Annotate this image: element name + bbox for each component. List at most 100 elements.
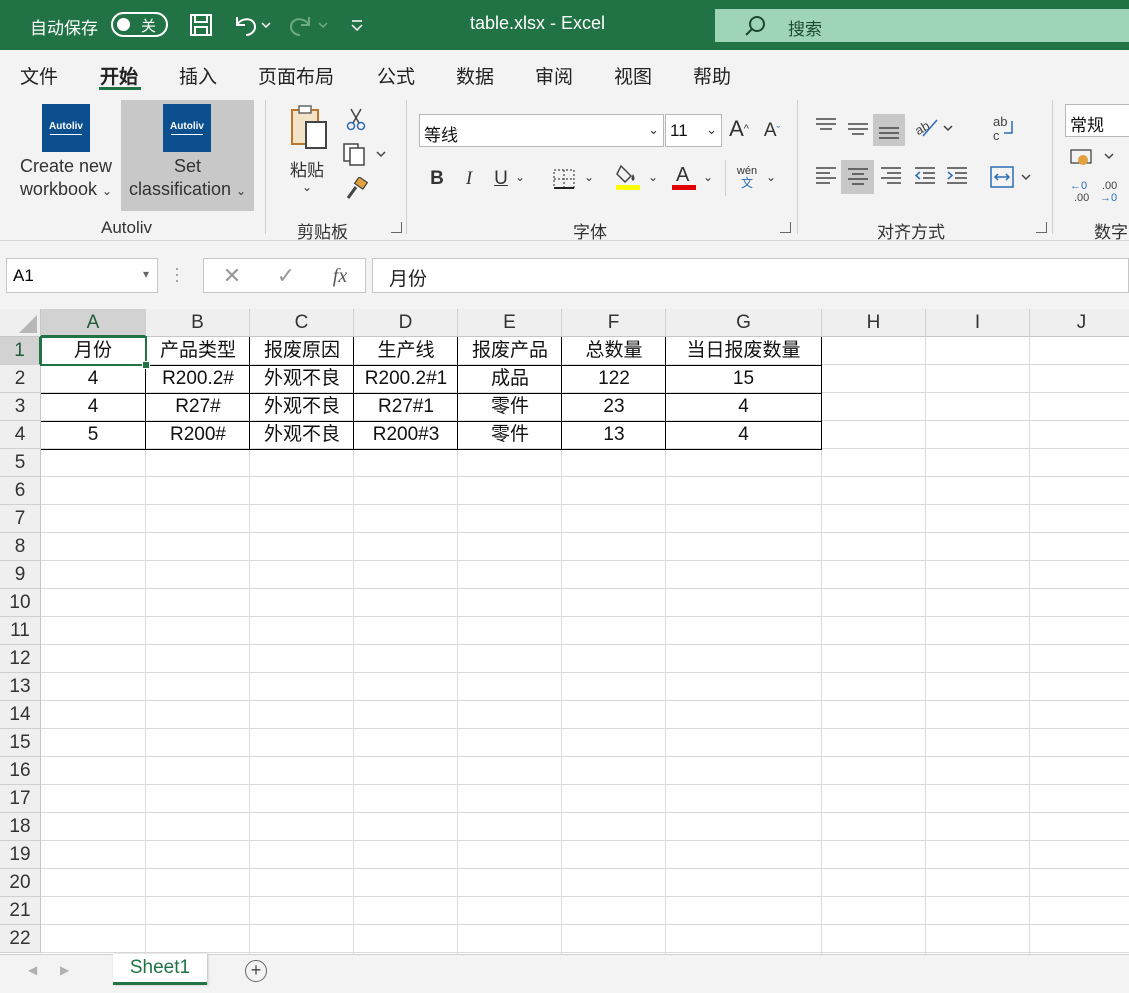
name-box[interactable]: A1 ▾: [6, 258, 158, 293]
top-align-icon[interactable]: [812, 112, 840, 140]
column-header-b[interactable]: B: [146, 309, 250, 337]
tab-home[interactable]: 开始: [100, 62, 138, 89]
set-classification-button[interactable]: Autoliv Set classification ⌄: [121, 100, 254, 211]
table-cell[interactable]: 4: [666, 393, 821, 421]
row-header[interactable]: 10: [0, 589, 41, 617]
row-header[interactable]: 14: [0, 701, 41, 729]
clipboard-launcher-icon[interactable]: [391, 222, 402, 233]
redo-icon[interactable]: [286, 10, 332, 40]
alignment-launcher-icon[interactable]: [1036, 222, 1047, 233]
column-header-h[interactable]: H: [822, 309, 926, 337]
font-launcher-icon[interactable]: [780, 222, 791, 233]
italic-icon[interactable]: I: [458, 166, 480, 192]
insert-function-icon[interactable]: fx: [328, 263, 352, 289]
row-header[interactable]: 6: [0, 477, 41, 505]
bottom-align-icon[interactable]: [873, 114, 905, 146]
table-header-cell[interactable]: 当日报废数量: [666, 337, 821, 365]
tab-file[interactable]: 文件: [20, 62, 58, 89]
table-cell[interactable]: 122: [562, 365, 666, 393]
table-cell[interactable]: 成品: [458, 365, 562, 393]
tab-page-layout[interactable]: 页面布局: [258, 62, 334, 89]
fill-color-icon[interactable]: [614, 162, 642, 192]
number-format-dropdown[interactable]: 常规: [1065, 104, 1129, 137]
increase-indent-icon[interactable]: [943, 162, 971, 190]
column-header-e[interactable]: E: [458, 309, 562, 337]
row-header[interactable]: 19: [0, 841, 41, 869]
tab-help[interactable]: 帮助: [693, 62, 731, 89]
row-header[interactable]: 16: [0, 757, 41, 785]
chevron-down-icon[interactable]: ⌄: [302, 180, 312, 194]
enter-check-icon[interactable]: ✓: [274, 263, 298, 289]
underline-icon[interactable]: U: [490, 166, 512, 192]
align-right-icon[interactable]: [877, 162, 905, 190]
table-cell[interactable]: R200#3: [354, 421, 458, 449]
row-header[interactable]: 1: [0, 337, 41, 365]
chevron-down-icon[interactable]: ⌄: [703, 170, 713, 184]
table-header-cell[interactable]: 总数量: [562, 337, 666, 365]
tab-formulas[interactable]: 公式: [377, 62, 415, 89]
decimal-places-icon[interactable]: ←0.00.00 →0: [1068, 178, 1128, 204]
formula-input[interactable]: 月份: [372, 258, 1129, 293]
font-name-dropdown[interactable]: 等线 ⌄: [419, 114, 664, 147]
row-header[interactable]: 20: [0, 869, 41, 897]
search-box[interactable]: 搜索: [715, 9, 1129, 42]
row-header[interactable]: 18: [0, 813, 41, 841]
row-header[interactable]: 8: [0, 533, 41, 561]
decrease-font-size-icon[interactable]: Aˇ: [760, 118, 784, 144]
table-cell[interactable]: 5: [41, 421, 145, 449]
tab-data[interactable]: 数据: [456, 62, 494, 89]
paste-label[interactable]: 粘贴: [290, 156, 324, 181]
orientation-icon[interactable]: ab: [912, 112, 954, 142]
row-header[interactable]: 13: [0, 673, 41, 701]
chevron-down-icon[interactable]: ⌄: [648, 170, 658, 184]
copy-icon[interactable]: [342, 141, 386, 167]
select-all-button[interactable]: [0, 309, 41, 337]
font-color-icon[interactable]: A: [670, 162, 698, 192]
align-center-icon[interactable]: [841, 160, 874, 194]
row-header[interactable]: 22: [0, 925, 41, 953]
increase-font-size-icon[interactable]: A ^: [727, 116, 751, 142]
autosave-toggle[interactable]: 关: [111, 12, 168, 37]
table-cell[interactable]: 15: [666, 365, 821, 393]
row-header[interactable]: 11: [0, 617, 41, 645]
row-header[interactable]: 5: [0, 449, 41, 477]
row-header[interactable]: 17: [0, 785, 41, 813]
active-cell-selection[interactable]: [40, 336, 150, 369]
tab-insert[interactable]: 插入: [179, 62, 217, 89]
phonetic-guide-icon[interactable]: wén 文: [734, 162, 760, 192]
column-header-f[interactable]: F: [562, 309, 666, 337]
bold-icon[interactable]: B: [426, 166, 448, 192]
row-header[interactable]: 9: [0, 561, 41, 589]
column-header-i[interactable]: I: [926, 309, 1030, 337]
column-header-j[interactable]: J: [1030, 309, 1129, 337]
row-header[interactable]: 21: [0, 897, 41, 925]
undo-icon[interactable]: [230, 10, 272, 40]
cancel-icon[interactable]: ✕: [220, 263, 244, 289]
table-header-cell[interactable]: 产品类型: [146, 337, 250, 365]
column-header-d[interactable]: D: [354, 309, 458, 337]
table-cell[interactable]: R200.2#1: [354, 365, 458, 393]
column-header-a[interactable]: A: [41, 309, 146, 337]
table-cell[interactable]: R27#1: [354, 393, 458, 421]
table-cell[interactable]: 零件: [458, 393, 562, 421]
middle-align-icon[interactable]: [844, 114, 872, 142]
table-cell[interactable]: 23: [562, 393, 666, 421]
row-header[interactable]: 4: [0, 421, 41, 449]
table-header-cell[interactable]: 报废原因: [250, 337, 354, 365]
sheet-tab-sheet1[interactable]: Sheet1: [113, 954, 207, 985]
row-header[interactable]: 3: [0, 393, 41, 421]
wrap-text-icon[interactable]: ab c: [988, 112, 1018, 144]
tab-review[interactable]: 审阅: [535, 62, 573, 89]
table-header-cell[interactable]: 报废产品: [458, 337, 562, 365]
column-header-g[interactable]: G: [666, 309, 822, 337]
table-cell[interactable]: 4: [41, 393, 145, 421]
table-cell[interactable]: 外观不良: [250, 365, 354, 393]
customize-qat-icon[interactable]: [346, 10, 368, 40]
chevron-down-icon[interactable]: ⌄: [584, 170, 594, 184]
cut-icon[interactable]: [343, 106, 369, 132]
format-painter-icon[interactable]: [343, 176, 369, 202]
borders-icon[interactable]: [550, 166, 578, 192]
table-cell[interactable]: 外观不良: [250, 421, 354, 449]
save-icon[interactable]: [186, 10, 216, 40]
table-cell[interactable]: R200#: [146, 421, 250, 449]
